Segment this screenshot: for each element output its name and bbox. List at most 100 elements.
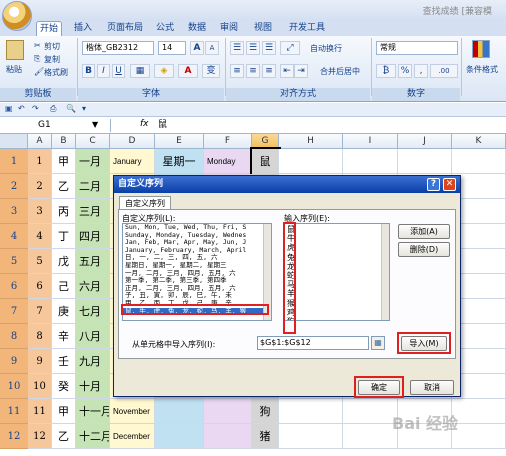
align-bottom-icon[interactable]: ☰	[262, 41, 276, 55]
tab-custom-lists[interactable]: 自定义序列	[119, 196, 171, 210]
cell-d[interactable]: December	[110, 424, 155, 449]
tab-insert[interactable]: 插入	[72, 21, 94, 36]
format-painter-button[interactable]: 格式刷	[44, 67, 68, 78]
row-header[interactable]: 3	[0, 199, 28, 224]
tab-review[interactable]: 审阅	[218, 21, 240, 36]
cell-h[interactable]	[279, 149, 343, 174]
column-header-d[interactable]: D	[110, 134, 155, 149]
cell-a[interactable]: 12	[28, 424, 52, 449]
increase-indent-icon[interactable]: ⇥	[294, 64, 308, 78]
align-center-icon[interactable]: ≡	[246, 64, 260, 78]
cell-f[interactable]	[204, 399, 252, 424]
column-header-e[interactable]: E	[155, 134, 204, 149]
row-header[interactable]: 4	[0, 224, 28, 249]
cell-c[interactable]: 十一月	[76, 399, 110, 424]
column-header-k[interactable]: K	[452, 134, 506, 149]
add-button[interactable]: 添加(A)	[398, 224, 450, 239]
orientation-icon[interactable]: ⤢	[280, 41, 300, 55]
underline-button[interactable]: U	[112, 64, 125, 78]
cell-c[interactable]: 十月	[76, 374, 110, 399]
cell-f[interactable]	[204, 424, 252, 449]
delete-button[interactable]: 删除(D)	[398, 242, 450, 257]
customize-qat-icon[interactable]: ▾	[82, 104, 86, 113]
cell-f[interactable]: Monday	[204, 149, 252, 174]
cell-k[interactable]	[452, 149, 506, 174]
cell-e[interactable]	[155, 424, 204, 449]
cell-k[interactable]	[452, 424, 506, 449]
cell-d[interactable]: November	[110, 399, 155, 424]
cell-a[interactable]: 9	[28, 349, 52, 374]
cell-c[interactable]: 四月	[76, 224, 110, 249]
function-icon[interactable]: fx	[140, 119, 149, 129]
tab-view[interactable]: 视图	[252, 21, 274, 36]
percent-button[interactable]: %	[398, 64, 412, 78]
cut-button[interactable]: 剪切	[44, 41, 60, 52]
column-header-j[interactable]: J	[398, 134, 452, 149]
align-right-icon[interactable]: ≡	[262, 64, 276, 78]
cell-i[interactable]	[343, 399, 398, 424]
office-button-icon[interactable]	[2, 1, 32, 31]
undo-icon[interactable]: ↶	[18, 104, 25, 113]
cell-b[interactable]: 甲	[52, 399, 76, 424]
cell-a[interactable]: 11	[28, 399, 52, 424]
formula-input[interactable]: 鼠	[158, 119, 498, 132]
cell-c[interactable]: 一月	[76, 149, 110, 174]
cell-b[interactable]: 壬	[52, 349, 76, 374]
bold-button[interactable]: B	[82, 64, 95, 78]
column-header-a[interactable]: A	[28, 134, 52, 149]
tab-formulas[interactable]: 公式	[154, 21, 176, 36]
cell-c[interactable]: 七月	[76, 299, 110, 324]
row-header[interactable]: 10	[0, 374, 28, 399]
shrink-font-button[interactable]: A	[205, 41, 219, 55]
column-header-h[interactable]: H	[279, 134, 343, 149]
cell-e[interactable]	[155, 399, 204, 424]
entries-scrollbar[interactable]	[381, 224, 389, 320]
copy-button[interactable]: 复制	[44, 54, 60, 65]
column-header-b[interactable]: B	[52, 134, 76, 149]
cell-g[interactable]: 鼠	[250, 147, 281, 176]
italic-button[interactable]: I	[97, 64, 110, 78]
cell-a[interactable]: 1	[28, 149, 52, 174]
cell-e[interactable]: 星期一	[155, 149, 204, 174]
row-header[interactable]: 9	[0, 349, 28, 374]
wrap-text-button[interactable]: 自动换行	[310, 43, 342, 54]
grow-font-button[interactable]: A	[190, 41, 204, 55]
row-header[interactable]: 6	[0, 274, 28, 299]
cell-a[interactable]: 3	[28, 199, 52, 224]
merge-center-button[interactable]: 合并后居中	[320, 66, 360, 77]
cell-i[interactable]	[343, 424, 398, 449]
cell-b[interactable]: 辛	[52, 324, 76, 349]
cell-c[interactable]: 二月	[76, 174, 110, 199]
font-color-icon[interactable]: A	[178, 64, 198, 78]
cell-b[interactable]: 乙	[52, 424, 76, 449]
copy-icon[interactable]: ⎘	[34, 54, 40, 64]
cell-c[interactable]: 三月	[76, 199, 110, 224]
column-header-f[interactable]: F	[204, 134, 252, 149]
cell-g[interactable]: 猪	[252, 424, 279, 449]
align-middle-icon[interactable]: ☰	[246, 41, 260, 55]
row-header[interactable]: 5	[0, 249, 28, 274]
scissors-icon[interactable]: ✂	[34, 41, 41, 50]
tab-data[interactable]: 数据	[186, 21, 208, 36]
select-all-corner[interactable]	[0, 134, 28, 149]
cell-b[interactable]: 丁	[52, 224, 76, 249]
row-header[interactable]: 11	[0, 399, 28, 424]
cell-c[interactable]: 五月	[76, 249, 110, 274]
column-header-c[interactable]: C	[76, 134, 110, 149]
cell-j[interactable]	[398, 149, 452, 174]
close-icon[interactable]: ✕	[443, 178, 456, 191]
cell-b[interactable]: 戊	[52, 249, 76, 274]
cell-a[interactable]: 8	[28, 324, 52, 349]
import-range-input[interactable]: $G$1:$G$12	[257, 336, 369, 350]
row-header[interactable]: 8	[0, 324, 28, 349]
cell-b[interactable]: 庚	[52, 299, 76, 324]
range-picker-icon[interactable]: ▦	[371, 336, 385, 350]
conditional-format-icon[interactable]	[472, 40, 490, 58]
paste-icon[interactable]	[6, 40, 24, 60]
name-box[interactable]: G1	[24, 119, 84, 132]
redo-icon[interactable]: ↷	[32, 104, 39, 113]
cell-b[interactable]: 乙	[52, 174, 76, 199]
paste-label[interactable]: 粘贴	[6, 64, 22, 75]
cell-b[interactable]: 丙	[52, 199, 76, 224]
save-icon[interactable]: ▣	[5, 104, 13, 113]
